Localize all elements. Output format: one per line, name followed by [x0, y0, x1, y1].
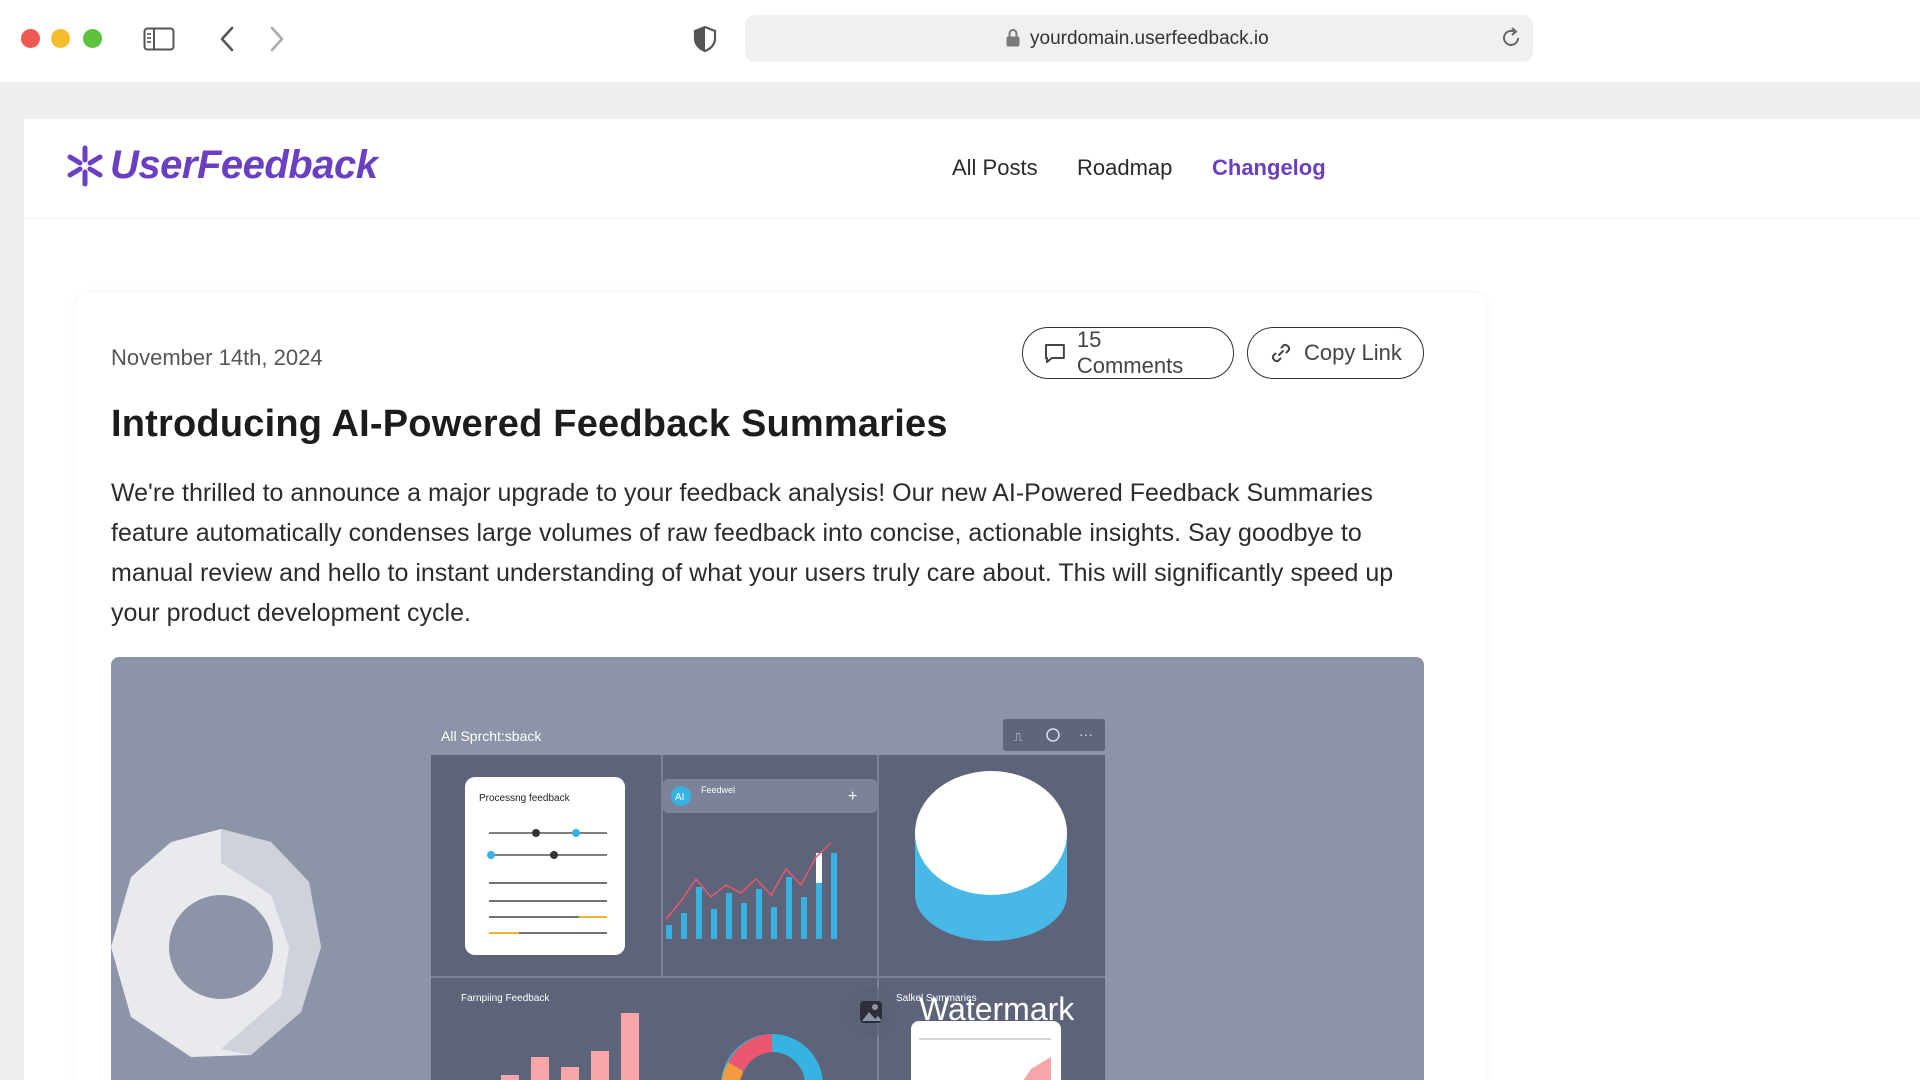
copy-link-button[interactable]: Copy Link — [1247, 327, 1424, 379]
image-icon — [846, 987, 896, 1037]
sidebar-icon[interactable] — [142, 22, 176, 56]
site-header: UserFeedback All Posts Roadmap Changelog — [24, 119, 1920, 219]
zoom-window-button[interactable] — [83, 29, 102, 48]
watermark-text: Watermark — [919, 991, 1075, 1027]
logo[interactable]: UserFeedback — [64, 143, 378, 188]
nav-all-posts[interactable]: All Posts — [952, 155, 1038, 181]
address-bar[interactable]: yourdomain.userfeedback.io — [745, 15, 1533, 62]
post-date: November 14th, 2024 — [111, 345, 323, 370]
changelog-post-card: November 14th, 2024 15 Comments Copy Lin… — [76, 293, 1486, 1080]
post-hero-image: All Sprcht:sback ⎍ ··· Processng feedbac… — [111, 657, 1424, 1080]
svg-text:+: + — [848, 788, 857, 805]
svg-text:···: ··· — [1079, 726, 1093, 742]
logo-text: UserFeedback — [110, 143, 378, 187]
svg-text:AI: AI — [675, 792, 684, 803]
page-viewport: UserFeedback All Posts Roadmap Changelog… — [24, 119, 1920, 1080]
comments-button[interactable]: 15 Comments — [1022, 327, 1234, 379]
shield-icon[interactable] — [688, 22, 722, 56]
lock-icon — [1005, 28, 1021, 53]
post-body: We're thrilled to announce a major upgra… — [111, 479, 1394, 627]
comments-label: 15 Comments — [1076, 327, 1184, 378]
svg-text:Feedwel: Feedwel — [701, 785, 735, 795]
copy-link-label: Copy Link — [1304, 340, 1402, 365]
nav-changelog[interactable]: Changelog — [1212, 155, 1326, 181]
link-icon — [1271, 343, 1291, 363]
gear-illustration — [111, 829, 321, 1057]
nav-roadmap[interactable]: Roadmap — [1077, 155, 1172, 181]
url-text: yourdomain.userfeedback.io — [1030, 28, 1269, 49]
svg-text:All Sprcht:sback: All Sprcht:sback — [441, 728, 542, 744]
browser-toolbar: yourdomain.userfeedback.io — [0, 0, 1920, 82]
reload-icon[interactable] — [1499, 26, 1523, 55]
sparkle-logo-icon — [67, 145, 103, 186]
back-icon[interactable] — [212, 22, 242, 56]
svg-text:Processng feedback: Processng feedback — [479, 793, 571, 804]
post-title: Introducing AI-Powered Feedback Summarie… — [111, 403, 948, 445]
comment-icon — [1044, 344, 1065, 363]
svg-text:⎍: ⎍ — [1014, 730, 1023, 744]
forward-icon[interactable] — [262, 22, 292, 56]
close-window-button[interactable] — [21, 29, 40, 48]
minimize-window-button[interactable] — [51, 29, 70, 48]
svg-text:Farnpiing Feedback: Farnpiing Feedback — [461, 993, 550, 1004]
